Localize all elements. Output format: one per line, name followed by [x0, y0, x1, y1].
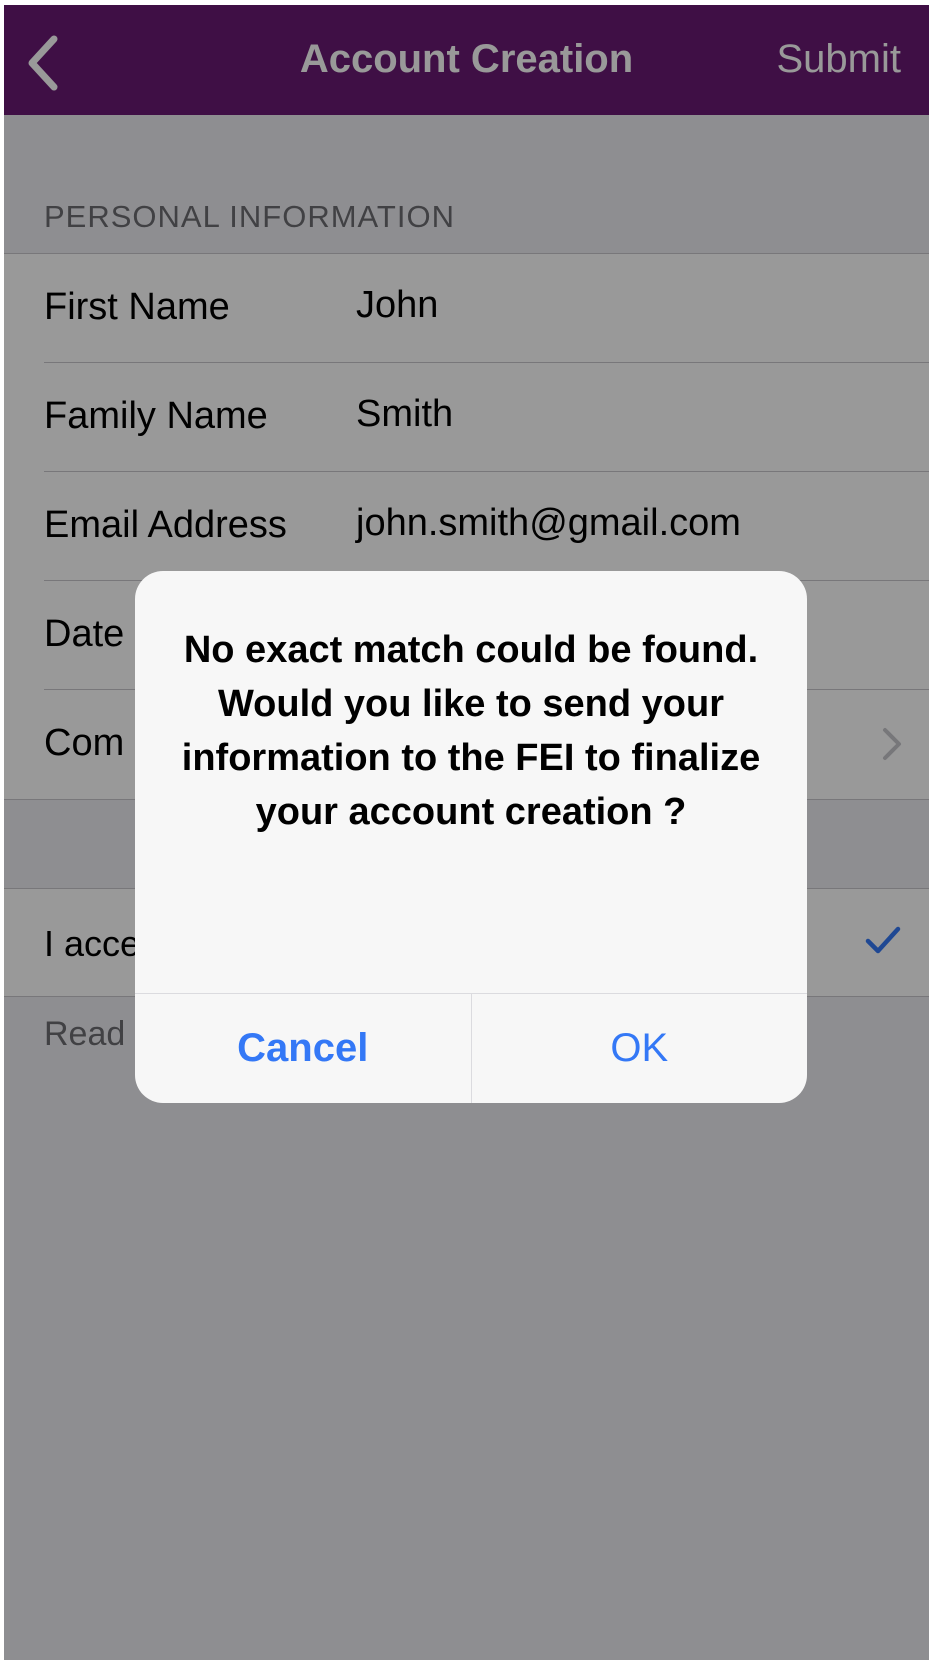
cancel-button[interactable]: Cancel	[135, 994, 472, 1103]
alert-message: No exact match could be found. Would you…	[181, 629, 761, 833]
account-creation-screen: Account Creation Submit PERSONAL INFORMA…	[4, 5, 929, 1660]
alert-button-bar: Cancel OK	[135, 993, 807, 1103]
no-match-alert-dialog: No exact match could be found. Would you…	[135, 571, 807, 1103]
ok-button[interactable]: OK	[472, 994, 808, 1103]
